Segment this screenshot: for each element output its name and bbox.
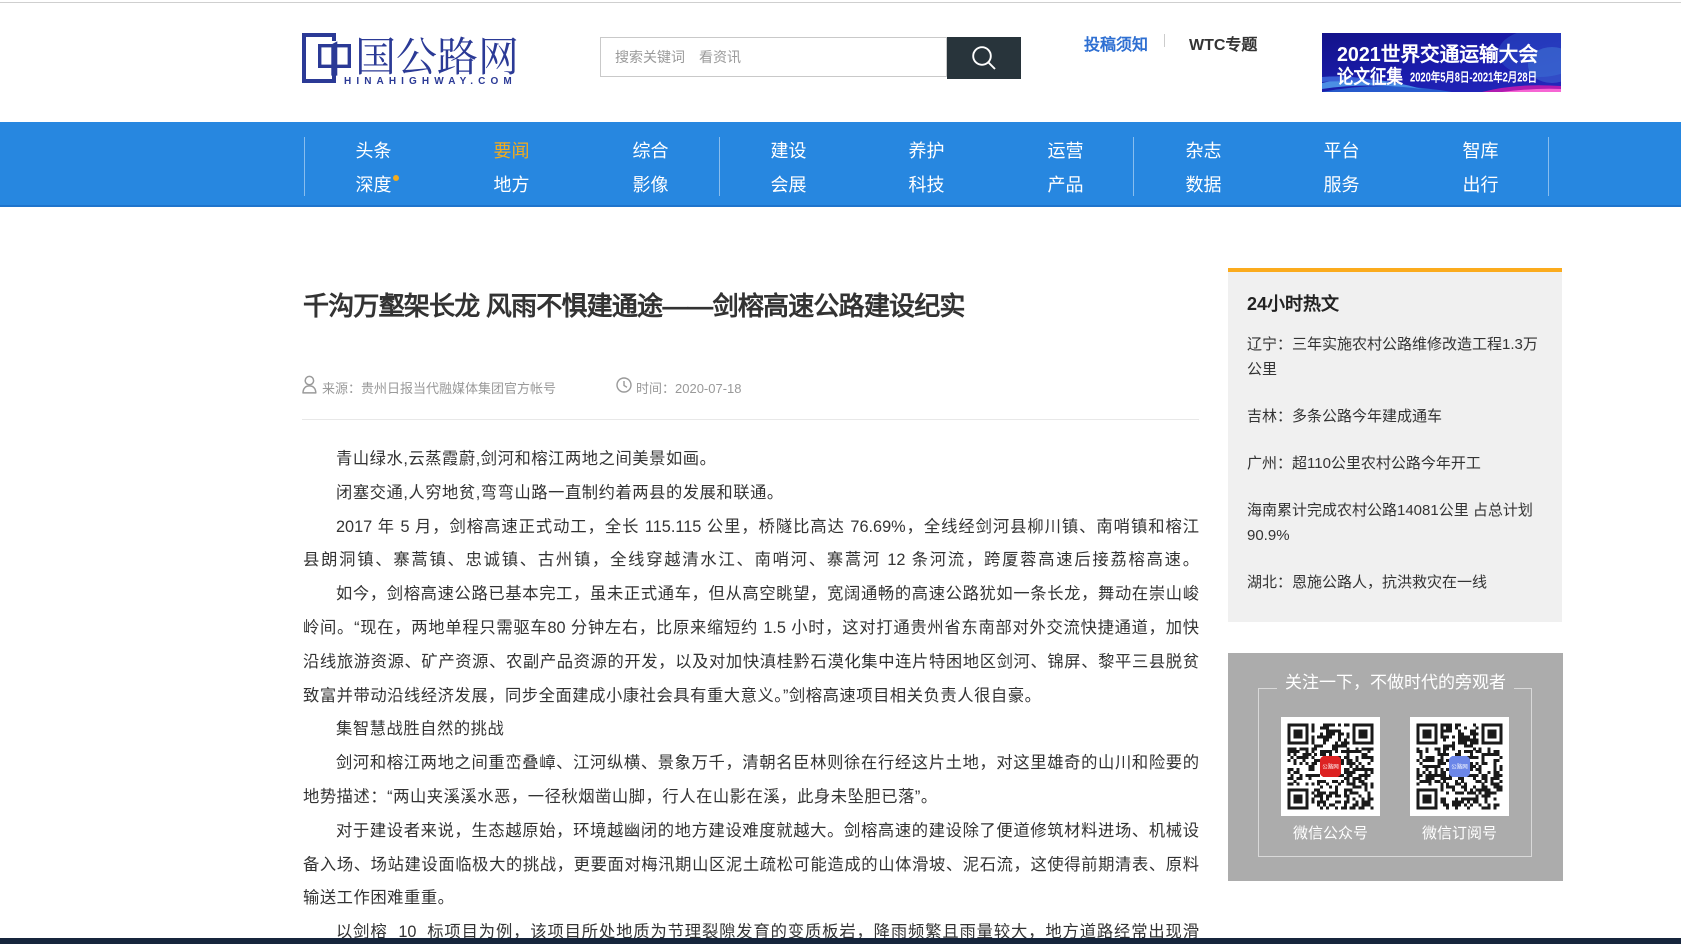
svg-text:论文征集: 论文征集	[1337, 65, 1404, 88]
svg-text:2021世界交通运输大会: 2021世界交通运输大会	[1337, 42, 1538, 66]
svg-text:公路网: 公路网	[1322, 763, 1339, 771]
svg-text:2020年5月8日-2021年2月28日: 2020年5月8日-2021年2月28日	[1410, 70, 1537, 85]
svg-text:公路网: 公路网	[1451, 763, 1468, 771]
